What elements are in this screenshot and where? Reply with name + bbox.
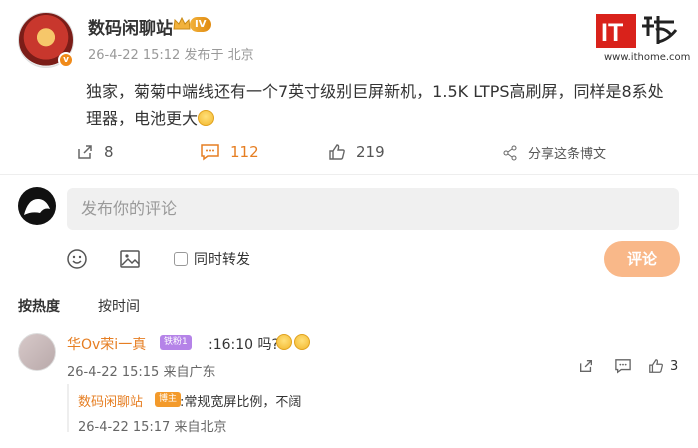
smile-emoji-icon (276, 334, 292, 350)
ithome-url: www.ithome.com (604, 52, 691, 63)
share-button[interactable]: 分享这条博文 (502, 143, 606, 162)
reply-author-name[interactable]: 数码闲聊站 (78, 391, 143, 410)
repost-button[interactable]: 8 (76, 143, 114, 161)
smile-emoji-icon (294, 334, 310, 350)
my-avatar[interactable] (18, 187, 56, 225)
comment-repost-icon[interactable] (578, 358, 594, 374)
verified-badge: v (58, 52, 74, 68)
reply-indent-bar (67, 384, 69, 432)
repost-icon (78, 145, 92, 159)
post-meta: 26-4-22 15:12 发布于 北京 (88, 48, 254, 63)
comment-count: 112 (230, 143, 259, 161)
commenter-name[interactable]: 华Ov荣i一真 (67, 334, 146, 354)
thumbs-up-icon (329, 144, 345, 160)
comment-reply-icon[interactable] (614, 358, 632, 374)
ithome-logo: IT (596, 14, 678, 48)
comment-meta: 26-4-22 15:15 来自广东 (67, 365, 216, 380)
comment-text: :16:10 吗? (208, 337, 279, 353)
tab-time[interactable]: 按时间 (98, 296, 140, 316)
author-name[interactable]: 数码闲聊站 (88, 14, 173, 39)
grin-emoji-icon (198, 110, 215, 126)
repost-count: 8 (104, 143, 114, 161)
submit-comment-button[interactable]: 评论 (604, 241, 680, 277)
blogger-badge: 博主 (155, 392, 182, 407)
level-badge: IV (190, 17, 212, 32)
comment-input[interactable]: 发布你的评论 (67, 188, 679, 230)
svg-text:IT: IT (601, 19, 623, 47)
repost-checkbox[interactable] (174, 252, 188, 266)
reply-meta: 26-4-22 15:17 来自北京 (78, 420, 227, 435)
commenter-avatar[interactable] (18, 333, 56, 371)
tab-hot[interactable]: 按热度 (18, 296, 60, 316)
comment-button[interactable]: 112 (200, 143, 259, 161)
crown-icon (173, 16, 191, 30)
like-button[interactable]: 219 (328, 143, 385, 161)
divider (0, 174, 698, 175)
image-icon[interactable] (119, 248, 141, 270)
share-label: 分享这条博文 (528, 147, 607, 162)
repost-checkbox-label[interactable]: 同时转发 (194, 249, 250, 269)
comment-icon (201, 144, 219, 161)
post-text: 独家，菊菊中端线还有一个7英寸级别巨屏新机，1.5K LTPS高刷屏，同样是8系… (86, 82, 664, 128)
fan-badge: 铁粉1 (160, 335, 192, 350)
comment-like-count: 3 (670, 359, 679, 374)
like-count: 219 (356, 143, 385, 161)
reply-text: :常规宽屏比例，不阔 (180, 395, 302, 410)
comment-like-icon[interactable] (648, 358, 664, 374)
share-icon (503, 145, 517, 160)
emoji-icon[interactable] (66, 248, 88, 270)
